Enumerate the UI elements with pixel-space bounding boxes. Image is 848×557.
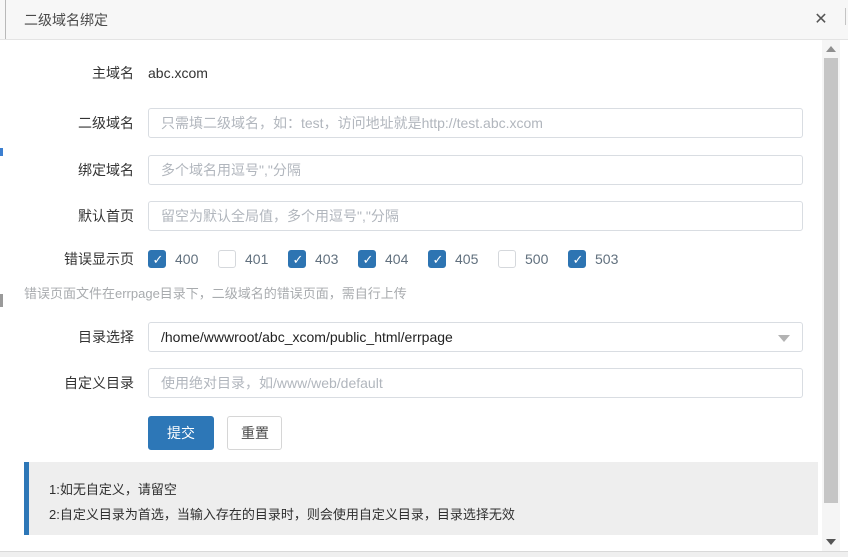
notice-box: 1:如无自定义，请留空 2:自定义目录为首选，当输入存在的目录时，则会使用自定义… bbox=[24, 462, 818, 535]
error-page-option-503[interactable]: ✓ 503 bbox=[568, 250, 638, 268]
background-page-edge bbox=[5, 0, 6, 39]
directory-select-row: 目录选择 /home/wwwroot/abc_xcom/public_html/… bbox=[24, 322, 803, 352]
error-page-option-403[interactable]: ✓ 403 bbox=[288, 250, 358, 268]
main-domain-value: abc.xcom bbox=[148, 65, 208, 81]
checkbox-checked-icon[interactable]: ✓ bbox=[288, 250, 306, 268]
default-index-label: 默认首页 bbox=[24, 206, 134, 226]
error-page-code-label: 400 bbox=[175, 251, 198, 267]
main-domain-label: 主域名 bbox=[24, 63, 134, 83]
error-pages-label: 错误显示页 bbox=[24, 249, 134, 269]
default-index-input[interactable] bbox=[148, 201, 803, 231]
custom-directory-row: 自定义目录 bbox=[24, 368, 803, 398]
dialog-header: 二级域名绑定 ✕ bbox=[0, 0, 848, 40]
buttons-group: 提交 重置 bbox=[148, 416, 282, 450]
background-scrollbar-edge bbox=[845, 8, 846, 25]
bind-domain-input[interactable] bbox=[148, 155, 803, 185]
bind-domain-label: 绑定域名 bbox=[24, 160, 134, 180]
error-page-code-label: 405 bbox=[455, 251, 478, 267]
error-page-option-405[interactable]: ✓ 405 bbox=[428, 250, 498, 268]
close-icon[interactable]: ✕ bbox=[810, 9, 832, 31]
submit-button[interactable]: 提交 bbox=[148, 416, 214, 450]
page-bottom-edge bbox=[0, 551, 848, 557]
directory-select[interactable]: /home/wwwroot/abc_xcom/public_html/errpa… bbox=[148, 322, 803, 352]
sub-domain-label: 二级域名 bbox=[24, 113, 134, 133]
checkbox-unchecked-icon[interactable] bbox=[218, 250, 236, 268]
checkbox-checked-icon[interactable]: ✓ bbox=[148, 250, 166, 268]
error-page-code-label: 401 bbox=[245, 251, 268, 267]
check-icon: ✓ bbox=[429, 251, 447, 269]
notice-line-1: 1:如无自定义，请留空 bbox=[49, 477, 798, 502]
sub-domain-input[interactable] bbox=[148, 108, 803, 138]
error-pages-group: ✓ 400 401 ✓ 403 ✓ 404 ✓ 405 500 ✓ 503 bbox=[148, 250, 638, 268]
check-icon: ✓ bbox=[149, 251, 167, 269]
error-page-code-label: 503 bbox=[595, 251, 618, 267]
checkbox-checked-icon[interactable]: ✓ bbox=[428, 250, 446, 268]
scrollbar-thumb[interactable] bbox=[824, 58, 838, 503]
custom-directory-input[interactable] bbox=[148, 368, 803, 398]
bind-domain-row: 绑定域名 bbox=[24, 155, 803, 185]
default-index-row: 默认首页 bbox=[24, 201, 803, 231]
sub-domain-row: 二级域名 bbox=[24, 108, 803, 138]
scroll-down-icon[interactable] bbox=[826, 539, 836, 545]
error-page-code-label: 404 bbox=[385, 251, 408, 267]
error-page-code-label: 403 bbox=[315, 251, 338, 267]
scrollbar[interactable] bbox=[822, 40, 840, 551]
error-pages-note: 错误页面文件在errpage目录下，二级域名的错误页面，需自行上传 bbox=[24, 283, 407, 302]
dialog-title: 二级域名绑定 bbox=[24, 0, 108, 40]
directory-select-value: /home/wwwroot/abc_xcom/public_html/errpa… bbox=[161, 329, 453, 345]
check-icon: ✓ bbox=[569, 251, 587, 269]
buttons-row: 提交 重置 bbox=[24, 416, 282, 450]
notice-line-2: 2:自定义目录为首选，当输入存在的目录时，则会使用自定义目录，目录选择无效 bbox=[49, 502, 798, 527]
error-page-option-401[interactable]: 401 bbox=[218, 250, 288, 268]
error-page-option-404[interactable]: ✓ 404 bbox=[358, 250, 428, 268]
custom-directory-label: 自定义目录 bbox=[24, 373, 134, 393]
checkbox-checked-icon[interactable]: ✓ bbox=[358, 250, 376, 268]
checkbox-checked-icon[interactable]: ✓ bbox=[568, 250, 586, 268]
chevron-down-icon bbox=[778, 335, 790, 342]
error-pages-row: 错误显示页 ✓ 400 401 ✓ 403 ✓ 404 ✓ 405 500 ✓ 503 bbox=[24, 245, 638, 273]
scroll-up-icon[interactable] bbox=[826, 46, 836, 52]
background-fragment bbox=[0, 148, 3, 156]
reset-button[interactable]: 重置 bbox=[227, 416, 282, 450]
checkbox-unchecked-icon[interactable] bbox=[498, 250, 516, 268]
error-page-option-500[interactable]: 500 bbox=[498, 250, 568, 268]
background-fragment bbox=[0, 294, 3, 307]
error-page-option-400[interactable]: ✓ 400 bbox=[148, 250, 218, 268]
check-icon: ✓ bbox=[289, 251, 307, 269]
main-domain-row: 主域名 abc.xcom bbox=[24, 58, 208, 88]
check-icon: ✓ bbox=[359, 251, 377, 269]
directory-select-label: 目录选择 bbox=[24, 327, 134, 347]
error-page-code-label: 500 bbox=[525, 251, 548, 267]
